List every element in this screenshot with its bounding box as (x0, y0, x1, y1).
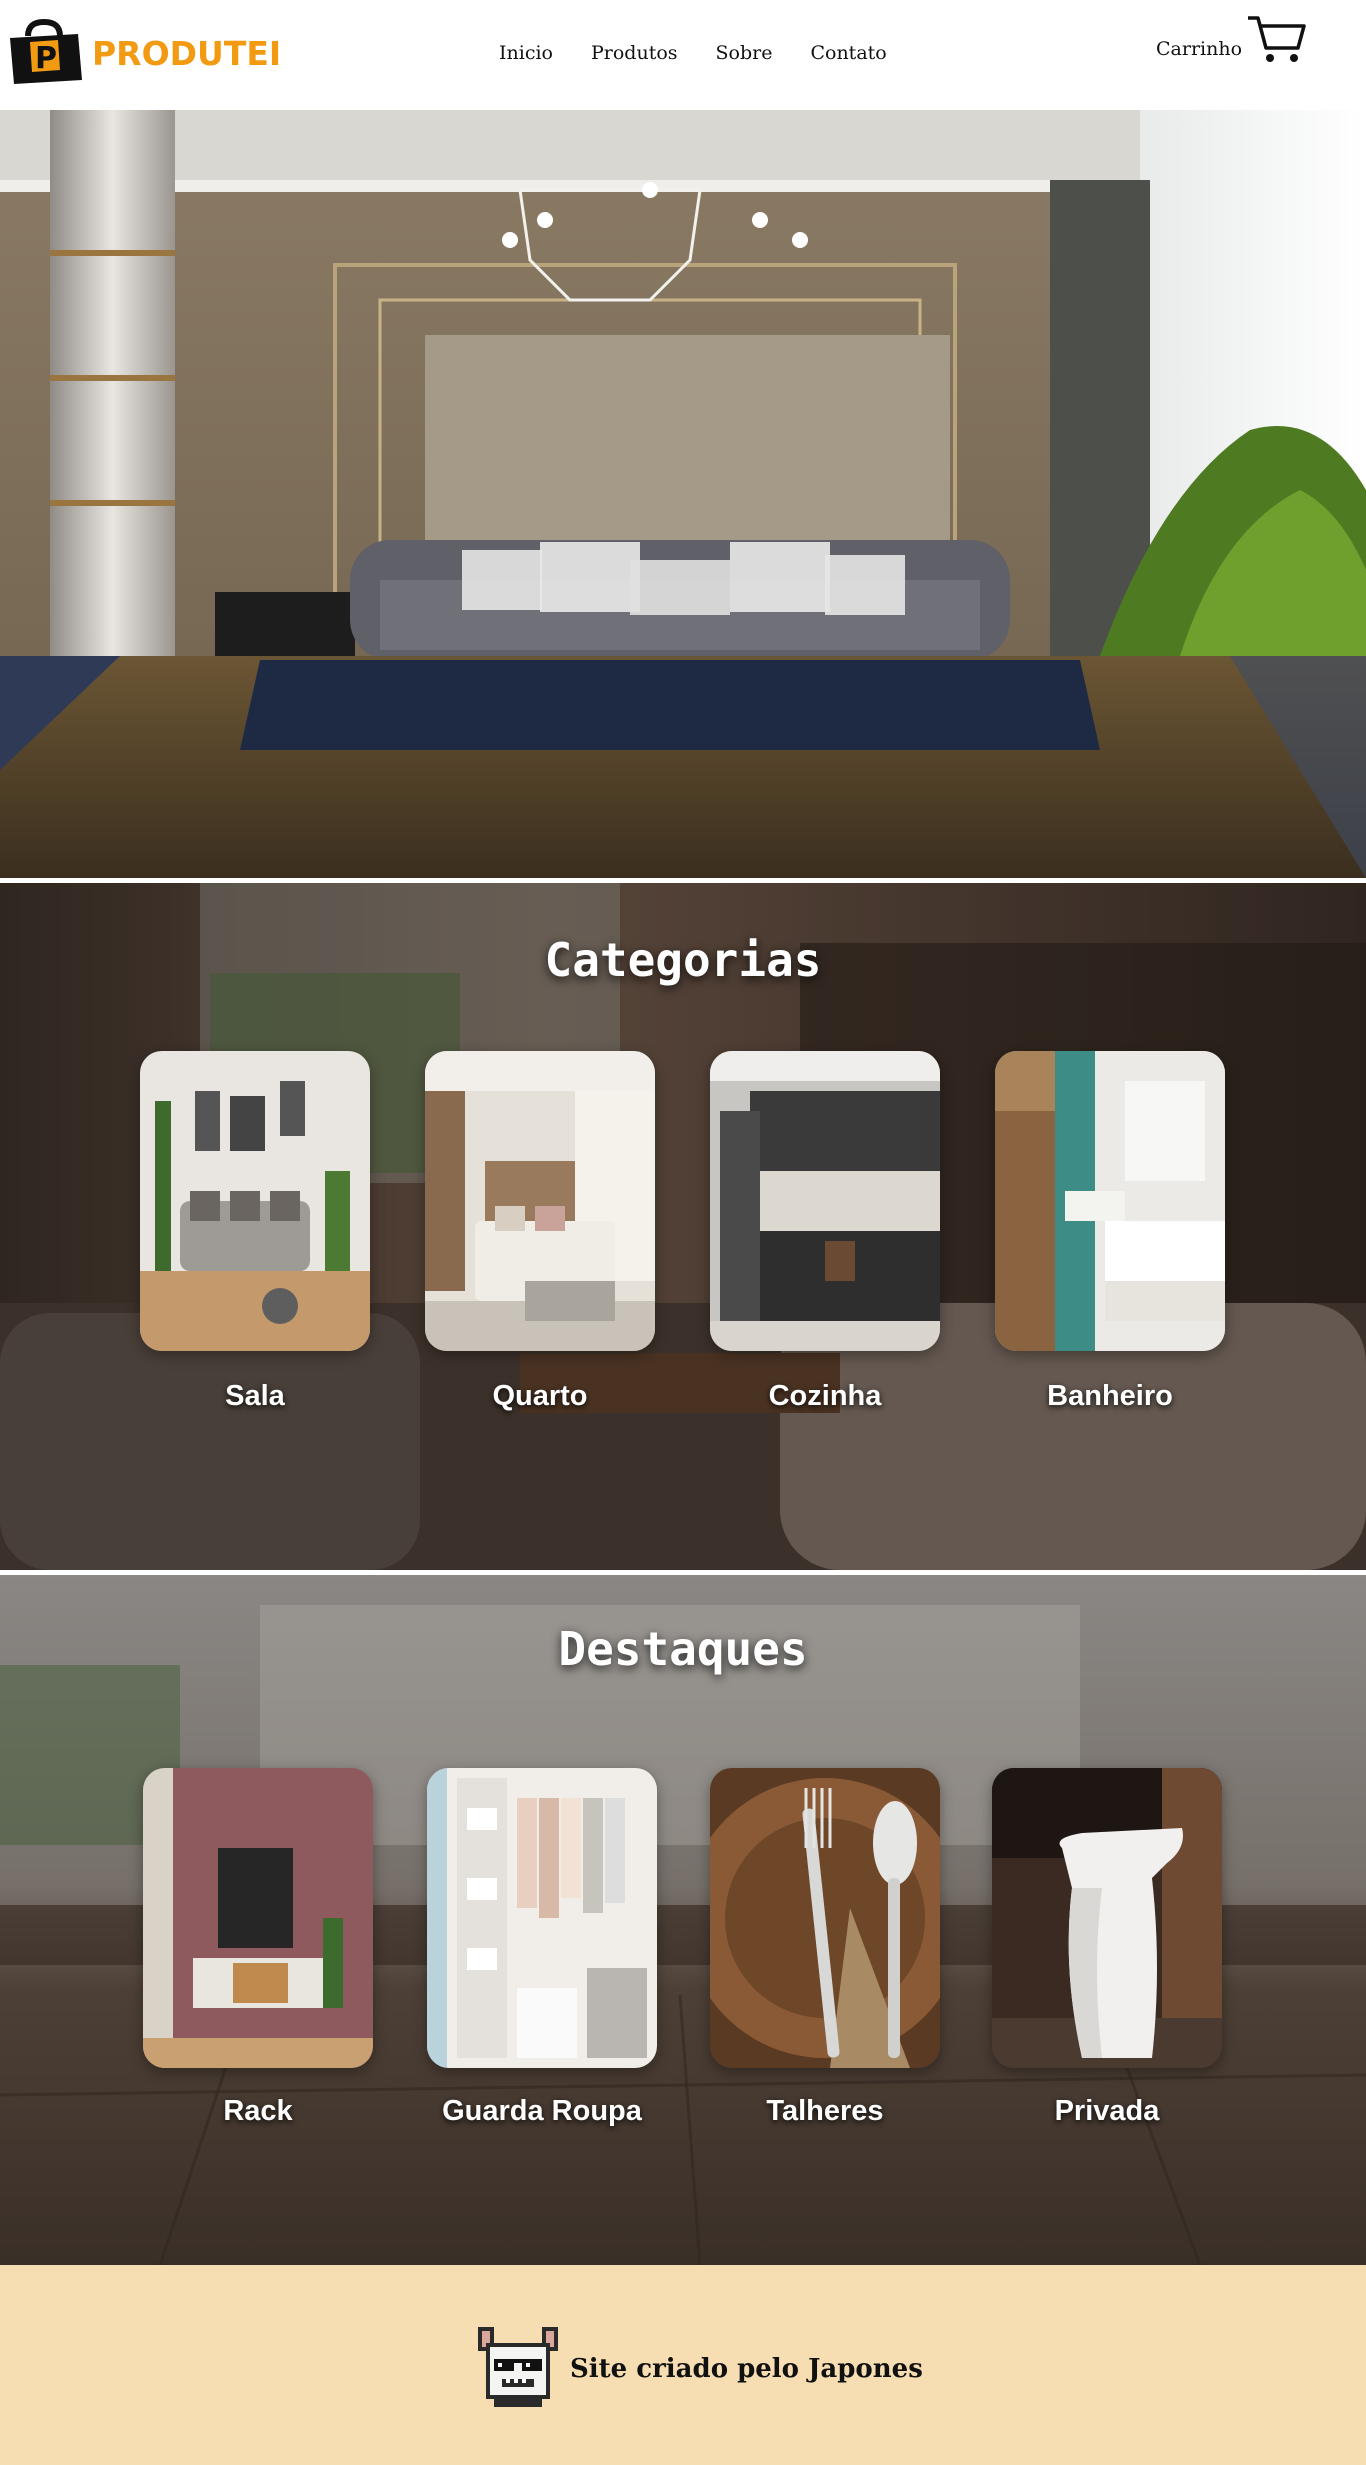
footer-text: Site criado pelo Japones (570, 2354, 923, 2384)
pixel-mascot-icon (470, 2323, 566, 2415)
site-header: P PRODUTEI Inicio Produtos Sobre Contato… (0, 0, 1366, 110)
main-nav: Inicio Produtos Sobre Contato (480, 42, 906, 64)
highlight-label-rack[interactable]: Rack (108, 2095, 408, 2128)
shopping-bag-logo-icon: P (6, 18, 86, 86)
highlight-card-talheres[interactable] (710, 1768, 940, 2068)
nav-link-produtos[interactable]: Produtos (591, 42, 678, 64)
highlight-label-privada[interactable]: Privada (957, 2095, 1257, 2128)
cart-label: Carrinho (1156, 38, 1243, 60)
living-room-image (140, 1051, 370, 1351)
categories-title: Categorias (544, 933, 822, 987)
site-footer: Site criado pelo Japones (0, 2265, 1366, 2465)
kitchen-image (710, 1051, 940, 1351)
svg-text:P: P (35, 41, 57, 76)
brand-name: PRODUTEI (92, 33, 282, 73)
highlight-card-rack[interactable] (143, 1768, 373, 2068)
highlight-label-guarda-roupa[interactable]: Guarda Roupa (392, 2095, 692, 2128)
nav-link-contato[interactable]: Contato (810, 42, 886, 64)
category-label-cozinha[interactable]: Cozinha (675, 1380, 975, 1413)
category-card-cozinha[interactable] (710, 1051, 940, 1351)
highlights-title: Destaques (558, 1622, 808, 1676)
bathroom-image (995, 1051, 1225, 1351)
category-card-banheiro[interactable] (995, 1051, 1225, 1351)
category-label-sala[interactable]: Sala (105, 1380, 405, 1413)
cutlery-image (710, 1768, 940, 2068)
category-card-quarto[interactable] (425, 1051, 655, 1351)
hero-banner (0, 110, 1366, 878)
nav-link-sobre[interactable]: Sobre (716, 42, 773, 64)
living-room-hero-image (0, 110, 1366, 878)
cart-link[interactable]: Carrinho (1156, 14, 1306, 70)
cart-icon[interactable] (1246, 14, 1306, 70)
wardrobe-image (427, 1768, 657, 2068)
footer-credit: Site criado pelo Japones (470, 2323, 923, 2415)
highlights-section: Destaques Rack Guarda Roupa Talheres Pri… (0, 1575, 1366, 2265)
brand-logo[interactable]: P PRODUTEI (6, 18, 281, 86)
categories-section: Categorias Sala Quarto Cozinha Banheiro (0, 883, 1366, 1570)
category-card-sala[interactable] (140, 1051, 370, 1351)
highlight-label-talheres[interactable]: Talheres (675, 2095, 975, 2128)
highlight-card-guarda-roupa[interactable] (427, 1768, 657, 2068)
category-label-quarto[interactable]: Quarto (390, 1380, 690, 1413)
category-label-banheiro[interactable]: Banheiro (960, 1380, 1260, 1413)
tv-rack-image (143, 1768, 373, 2068)
toilet-image (992, 1768, 1222, 2068)
nav-link-inicio[interactable]: Inicio (499, 42, 553, 64)
highlight-card-privada[interactable] (992, 1768, 1222, 2068)
bedroom-image (425, 1051, 655, 1351)
